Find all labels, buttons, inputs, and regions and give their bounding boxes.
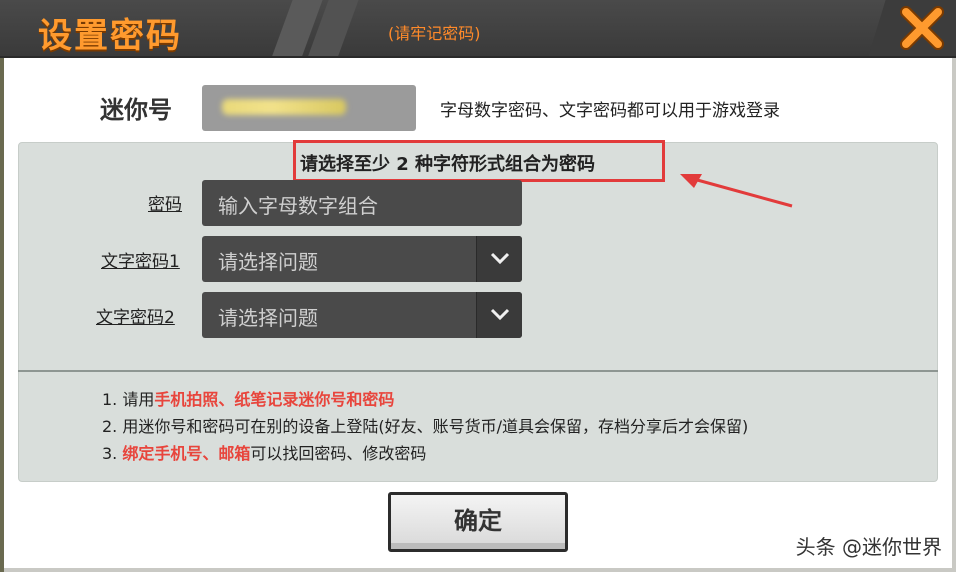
close-button[interactable]	[868, 0, 956, 56]
mini-id-value	[202, 85, 416, 131]
chevron-down-icon[interactable]	[476, 236, 522, 282]
dialog-title-bar: 设置密码 (请牢记密码)	[0, 0, 956, 58]
password-label: 密码	[148, 195, 182, 215]
text-password-1-select[interactable]: 请选择问题	[202, 236, 522, 282]
tip-text: 3.	[102, 444, 123, 463]
text-password-2-label: 文字密码2	[96, 308, 175, 328]
tip-text: 1. 请用	[102, 390, 155, 409]
tip-text: 2. 用迷你号和密码可在别的设备上登陆(好友、账号货币/道具会保留，存档分享后才…	[102, 417, 749, 436]
close-icon	[900, 6, 944, 50]
mini-id-blurred-text	[222, 99, 346, 115]
dialog-subtitle: (请牢记密码)	[388, 24, 481, 43]
password-hint: 请选择至少 2 种字符形式组合为密码	[300, 154, 596, 175]
text-password-2-select[interactable]: 请选择问题	[202, 292, 522, 338]
divider	[18, 370, 938, 372]
password-input[interactable]: 输入字母数字组合	[202, 180, 522, 226]
tip-item: 3. 绑定手机号、邮箱可以找回密码、修改密码	[102, 440, 426, 464]
login-note: 字母数字密码、文字密码都可以用于游戏登录	[440, 101, 780, 121]
tip-highlight: 绑定手机号、邮箱	[122, 444, 251, 463]
tip-text: 可以找回密码、修改密码	[250, 444, 427, 463]
text-password-1-value: 请选择问题	[218, 250, 318, 274]
tip-item: 1. 请用手机拍照、纸笔记录迷你号和密码	[102, 386, 394, 410]
annotation-arrow-icon	[680, 174, 793, 208]
tip-highlight: 手机拍照、纸笔记录迷你号和密码	[154, 390, 395, 409]
dialog-title: 设置密码	[38, 16, 182, 56]
tip-item: 2. 用迷你号和密码可在别的设备上登陆(好友、账号货币/道具会保留，存档分享后才…	[102, 413, 748, 437]
watermark: 头条 @迷你世界	[795, 535, 942, 559]
chevron-down-icon[interactable]	[476, 292, 522, 338]
confirm-button[interactable]: 确定	[388, 492, 568, 552]
mini-id-label: 迷你号	[100, 96, 172, 124]
text-password-2-value: 请选择问题	[218, 306, 318, 330]
text-password-1-label: 文字密码1	[101, 252, 180, 272]
